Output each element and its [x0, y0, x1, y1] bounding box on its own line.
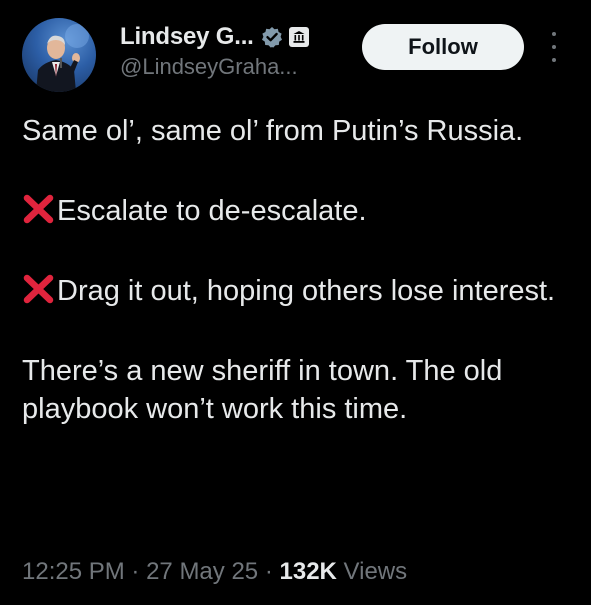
tweet-item-2-text: Drag it out, hoping others lose interest… [57, 275, 556, 307]
follow-button[interactable]: Follow [362, 24, 524, 70]
avatar-image [36, 24, 89, 92]
tweet-item-1-text: Escalate to de-escalate. [57, 195, 367, 227]
tweet-meta: 12:25 PM · 27 May 25 · 132K Views [22, 558, 407, 586]
tweet-date[interactable]: 27 May 25 [146, 558, 258, 585]
avatar[interactable] [22, 18, 96, 92]
tweet-time[interactable]: 12:25 PM [22, 558, 125, 585]
tweet-item-1: Escalate to de-escalate. [22, 192, 578, 230]
tweet-closing: There’s a new sheriff in town. The old p… [22, 355, 503, 425]
meta-separator: · [131, 558, 140, 585]
tweet-line-intro: Same ol’, same ol’ from Putin’s Russia. [22, 115, 524, 147]
meta-separator: · [264, 558, 273, 585]
views-count: 132K [279, 558, 337, 585]
tweet-text: Same ol’, same ol’ from Putin’s Russia. … [22, 112, 578, 428]
author-name-row: Lindsey G... [120, 20, 309, 54]
tweet-card: Lindsey G... @LindseyGraha... Follow Sam… [0, 0, 591, 605]
views-label: Views [343, 558, 408, 585]
cross-mark-icon [22, 274, 55, 304]
display-name[interactable]: Lindsey G... [120, 23, 254, 51]
cross-mark-icon [22, 194, 55, 224]
more-vertical-icon[interactable] [546, 32, 562, 62]
verified-badge-icon [261, 26, 283, 48]
tweet-item-2: Drag it out, hoping others lose interest… [22, 272, 578, 310]
author-handle[interactable]: @LindseyGraha... [120, 54, 298, 80]
government-building-icon [288, 27, 309, 47]
